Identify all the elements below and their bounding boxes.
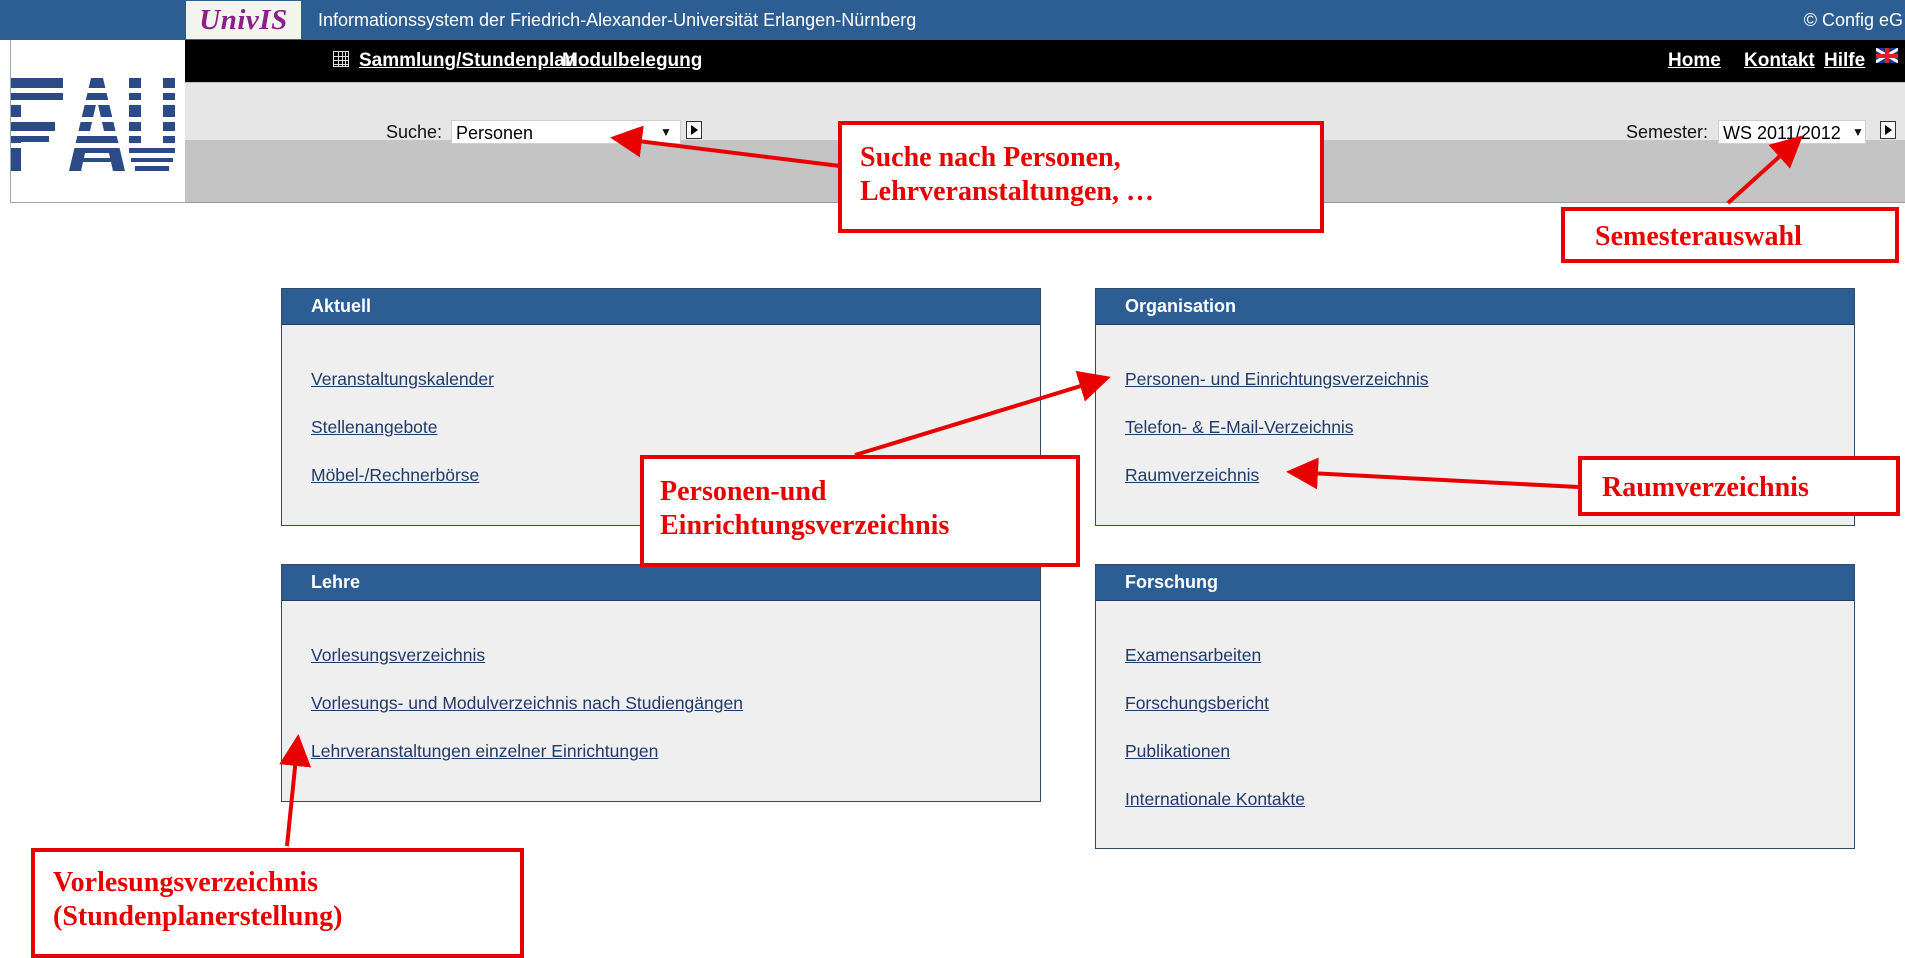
callout-raum: Raumverzeichnis [1578,456,1900,516]
callout-search: Suche nach Personen, Lehrveranstaltungen… [838,121,1324,233]
arrow-to-raum-link [1286,457,1579,490]
callout-personen: Personen-und Einrichtungsverzeichnis [640,455,1080,567]
callout-personen-line1: Personen-und [660,476,827,507]
callout-search-line2: Lehrveranstaltungen, … [860,176,1154,207]
callout-vorlesung-line2: (Stundenplanerstellung) [53,901,343,932]
callout-vorlesung-line1: Vorlesungsverzeichnis [53,867,318,898]
callout-vorlesung: Vorlesungsverzeichnis (Stundenplanerstel… [31,848,524,958]
arrow-to-personen-link [854,370,1111,457]
callout-semester: Semesterauswahl [1561,207,1899,263]
arrow-to-semester [1726,135,1803,205]
callout-personen-line2: Einrichtungsverzeichnis [660,510,950,541]
arrow-to-lehrveranstaltungen-link [279,734,312,847]
arrow-to-search [610,125,841,168]
callout-search-line1: Suche nach Personen, [860,142,1121,173]
